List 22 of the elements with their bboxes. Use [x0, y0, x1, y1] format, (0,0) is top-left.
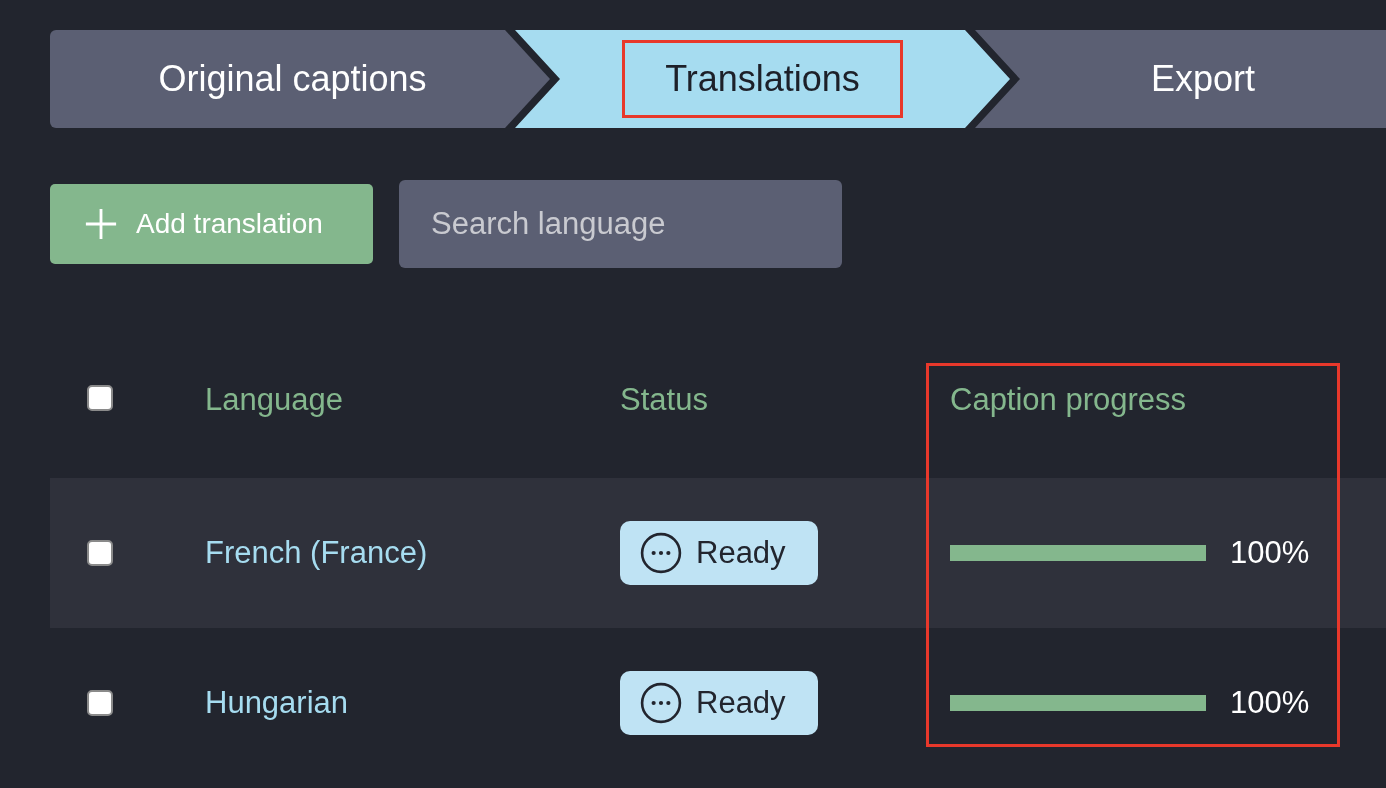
language-link[interactable]: Hungarian	[205, 685, 349, 721]
step-label: Translations	[622, 40, 903, 118]
more-dots-icon	[640, 532, 682, 574]
step-label: Original captions	[157, 57, 428, 101]
progress-value: 100%	[1230, 685, 1310, 721]
step-tab[interactable]: Translations	[515, 30, 1010, 128]
language-link[interactable]: French (France)	[205, 535, 428, 571]
checkbox[interactable]	[87, 540, 113, 566]
column-header[interactable]: Language	[205, 382, 343, 418]
step-tab[interactable]: Original captions	[50, 30, 550, 128]
status-badge: Ready	[620, 671, 818, 735]
step-label: Export	[1149, 57, 1256, 101]
checkbox[interactable]	[87, 385, 113, 411]
progress-value: 100%	[1230, 535, 1310, 571]
step-tab[interactable]: Export	[975, 30, 1386, 128]
column-header[interactable]: Caption progress	[950, 382, 1187, 418]
search-field[interactable]: Search language	[399, 180, 842, 268]
more-dots-icon	[640, 682, 682, 724]
checkbox[interactable]	[87, 690, 113, 716]
column-header[interactable]: Status	[620, 382, 708, 418]
plus-icon	[84, 207, 118, 241]
status-badge: Ready	[620, 521, 818, 585]
